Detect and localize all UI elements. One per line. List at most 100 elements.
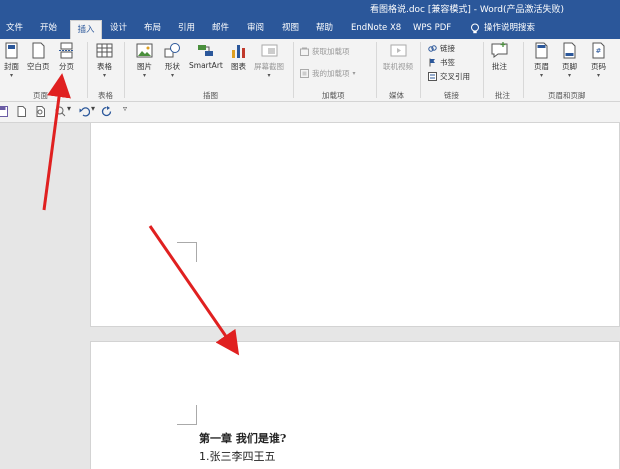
- shapes-button[interactable]: 形状 ▾: [164, 42, 181, 79]
- screenshot-icon: [261, 42, 278, 59]
- group-label-tables: 表格: [98, 91, 113, 100]
- group-divider: [293, 42, 294, 98]
- blank-page-icon: [30, 42, 47, 59]
- group-label-header-footer: 页眉和页脚: [548, 91, 586, 100]
- group-divider: [523, 42, 524, 98]
- page-break-button[interactable]: 分页: [58, 42, 75, 72]
- table-icon: [96, 42, 113, 59]
- quick-access-toolbar: ▾ ▾ ▿: [0, 102, 620, 123]
- redo-icon[interactable]: [101, 106, 112, 117]
- tab-review[interactable]: 审阅: [247, 18, 264, 39]
- print-preview-icon[interactable]: [35, 106, 46, 117]
- group-divider: [420, 42, 421, 98]
- tab-mailings[interactable]: 邮件: [212, 18, 229, 39]
- page-number-icon: #: [590, 42, 607, 59]
- link-button[interactable]: 链接: [428, 43, 455, 54]
- my-addins-button[interactable]: 我的加载项 ▾: [300, 68, 356, 79]
- tab-layout[interactable]: 布局: [144, 18, 161, 39]
- get-addins-label: 获取加载项: [312, 47, 350, 56]
- tab-home[interactable]: 开始: [40, 18, 57, 39]
- document-page-1[interactable]: [90, 123, 620, 327]
- pictures-label: 图片: [137, 62, 152, 71]
- chevron-down-icon: ▾: [142, 72, 146, 79]
- cover-page-icon: [3, 42, 20, 59]
- footer-button[interactable]: 页脚 ▾: [561, 42, 578, 79]
- cross-reference-label: 交叉引用: [440, 72, 470, 81]
- bookmark-icon: [428, 58, 437, 67]
- group-divider: [483, 42, 484, 98]
- chevron-down-icon: ▾: [170, 72, 174, 79]
- table-button[interactable]: 表格 ▾: [96, 42, 113, 79]
- smartart-icon: [197, 42, 214, 59]
- screenshot-button[interactable]: 屏幕截图 ▾: [254, 42, 284, 79]
- chevron-down-icon: ▾: [567, 72, 571, 79]
- smartart-button[interactable]: SmartArt: [189, 42, 223, 70]
- online-video-label: 联机视频: [383, 62, 413, 71]
- group-label-pages: 页面: [33, 91, 48, 100]
- page-break-label: 分页: [59, 62, 74, 71]
- document-page-2[interactable]: 第一章 我们是谁? 1.张三李四王五: [90, 341, 620, 469]
- customize-toolbar-icon[interactable]: ▿: [123, 104, 127, 113]
- chevron-down-icon: ▾: [102, 72, 106, 79]
- group-divider: [87, 42, 88, 98]
- get-addins-button[interactable]: 获取加载项: [300, 46, 350, 57]
- group-divider: [124, 42, 125, 98]
- tab-design[interactable]: 设计: [110, 18, 127, 39]
- header-label: 页眉: [534, 62, 549, 71]
- shapes-icon: [164, 42, 181, 59]
- tab-view[interactable]: 视图: [282, 18, 299, 39]
- chart-button[interactable]: 图表: [230, 42, 247, 72]
- save-icon[interactable]: [0, 106, 8, 117]
- video-icon: [390, 42, 407, 59]
- tab-help[interactable]: 帮助: [316, 18, 333, 39]
- store-icon: [300, 47, 309, 56]
- document-heading[interactable]: 第一章 我们是谁?: [199, 430, 286, 446]
- ribbon-insert: 封面 ▾ 空白页 分页 页面 表格 ▾ 表格 图片 ▾ 形状 ▾ SmartAr…: [0, 39, 620, 102]
- chevron-down-icon: ▾: [539, 72, 543, 79]
- new-document-icon[interactable]: [16, 106, 27, 117]
- pictures-button[interactable]: 图片 ▾: [136, 42, 153, 79]
- smartart-label: SmartArt: [189, 61, 223, 70]
- header-button[interactable]: 页眉 ▾: [533, 42, 550, 79]
- chevron-down-icon: ▾: [267, 72, 271, 79]
- cross-reference-icon: [428, 72, 437, 81]
- cover-page-button[interactable]: 封面 ▾: [3, 42, 20, 79]
- svg-text:#: #: [596, 47, 602, 55]
- document-area[interactable]: 第一章 我们是谁? 1.张三李四王五: [0, 123, 620, 469]
- margin-corner-mark: [177, 242, 197, 262]
- screenshot-label: 屏幕截图: [254, 62, 284, 71]
- footer-label: 页脚: [562, 62, 577, 71]
- chevron-down-icon[interactable]: ▾: [67, 104, 71, 113]
- link-label: 链接: [440, 44, 455, 53]
- tab-references[interactable]: 引用: [178, 18, 195, 39]
- online-video-button[interactable]: 联机视频: [383, 42, 413, 72]
- tab-wps-pdf[interactable]: WPS PDF: [413, 18, 451, 39]
- cover-page-label: 封面: [4, 62, 19, 71]
- tell-me-box[interactable]: 操作说明搜索: [470, 18, 535, 39]
- bookmark-label: 书签: [440, 58, 455, 67]
- my-addins-label: 我的加载项: [312, 69, 350, 78]
- ribbon-tabs: 文件 开始 插入 设计 布局 引用 邮件 审阅 视图 帮助 EndNote X8…: [0, 18, 620, 39]
- undo-icon[interactable]: [79, 106, 90, 117]
- document-text-line[interactable]: 1.张三李四王五: [199, 448, 276, 464]
- bookmark-button[interactable]: 书签: [428, 57, 455, 68]
- tab-file[interactable]: 文件: [6, 18, 23, 39]
- group-label-media: 媒体: [389, 91, 404, 100]
- chevron-down-icon[interactable]: ▾: [91, 104, 95, 113]
- comment-button[interactable]: 批注: [491, 42, 508, 72]
- chevron-down-icon: ▾: [596, 72, 600, 79]
- shapes-label: 形状: [165, 62, 180, 71]
- group-divider: [376, 42, 377, 98]
- blank-page-button[interactable]: 空白页: [27, 42, 50, 72]
- tab-endnote[interactable]: EndNote X8: [351, 18, 401, 39]
- tab-insert[interactable]: 插入: [70, 20, 102, 39]
- group-label-illustrations: 插图: [203, 91, 218, 100]
- window-title: 看图格说.doc [兼容模式] - Word(产品激活失败): [369, 5, 564, 15]
- lightbulb-icon: [471, 23, 479, 33]
- spelling-check-icon[interactable]: [55, 106, 66, 117]
- link-icon: [428, 44, 437, 53]
- page-number-label: 页码: [591, 62, 606, 71]
- page-number-button[interactable]: # 页码 ▾: [590, 42, 607, 79]
- tell-me-label: 操作说明搜索: [484, 23, 536, 33]
- cross-reference-button[interactable]: 交叉引用: [428, 71, 470, 82]
